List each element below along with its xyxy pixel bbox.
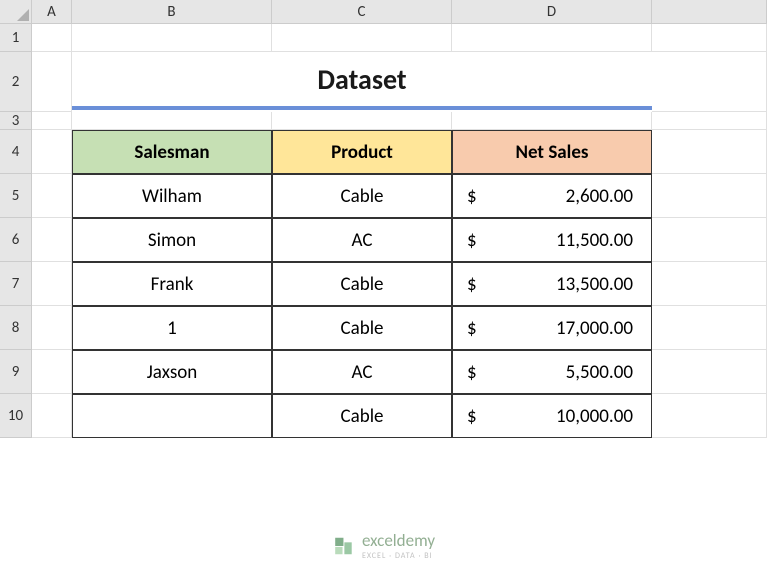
amount-value: 13,500.00	[556, 273, 633, 296]
row-header-10[interactable]: 10	[0, 394, 32, 438]
cell-a4[interactable]	[32, 130, 72, 174]
col-header-c[interactable]: C	[272, 0, 452, 24]
header-product[interactable]: Product	[272, 130, 452, 174]
cell-b1[interactable]	[72, 24, 272, 52]
row-header-1[interactable]: 1	[0, 24, 32, 52]
col-header-a[interactable]: A	[32, 0, 72, 24]
cell-c1[interactable]	[272, 24, 452, 52]
cell-netsales-0[interactable]: $ 2,600.00	[452, 174, 652, 218]
cell-a1[interactable]	[32, 24, 72, 52]
cell-product-4[interactable]: AC	[272, 350, 452, 394]
watermark: exceldemy EXCEL · DATA · BI	[332, 530, 435, 561]
row-header-7[interactable]: 7	[0, 262, 32, 306]
cell-product-1[interactable]: AC	[272, 218, 452, 262]
cell-a9[interactable]	[32, 350, 72, 394]
row-header-5[interactable]: 5	[0, 174, 32, 218]
cell-netsales-4[interactable]: $ 5,500.00	[452, 350, 652, 394]
cell-salesman-5[interactable]	[72, 394, 272, 438]
select-all-corner[interactable]	[0, 0, 32, 24]
cell-salesman-4[interactable]: Jaxson	[72, 350, 272, 394]
row-header-8[interactable]: 8	[0, 306, 32, 350]
cell-netsales-3[interactable]: $ 17,000.00	[452, 306, 652, 350]
cell-netsales-1[interactable]: $ 11,500.00	[452, 218, 652, 262]
cell-salesman-0[interactable]: Wilham	[72, 174, 272, 218]
cell-netsales-5[interactable]: $ 10,000.00	[452, 394, 652, 438]
dataset-title[interactable]: Dataset	[72, 52, 652, 110]
cell-product-3[interactable]: Cable	[272, 306, 452, 350]
currency-symbol: $	[467, 361, 477, 384]
currency-symbol: $	[467, 317, 477, 340]
watermark-text-block: exceldemy EXCEL · DATA · BI	[362, 530, 435, 561]
cell-a6[interactable]	[32, 218, 72, 262]
col-header-b[interactable]: B	[72, 0, 272, 24]
cell-d1[interactable]	[452, 24, 652, 52]
cell-a5[interactable]	[32, 174, 72, 218]
watermark-name: exceldemy	[362, 530, 435, 551]
row-header-6[interactable]: 6	[0, 218, 32, 262]
cell-product-0[interactable]: Cable	[272, 174, 452, 218]
cell-e5[interactable]	[652, 174, 767, 218]
header-netsales[interactable]: Net Sales	[452, 130, 652, 174]
amount-value: 10,000.00	[556, 405, 633, 428]
cell-salesman-2[interactable]: Frank	[72, 262, 272, 306]
currency-symbol: $	[467, 185, 477, 208]
cell-e7[interactable]	[652, 262, 767, 306]
row-header-9[interactable]: 9	[0, 350, 32, 394]
cell-e2[interactable]	[652, 52, 767, 112]
amount-value: 17,000.00	[556, 317, 633, 340]
cell-salesman-3[interactable]: 1	[72, 306, 272, 350]
cell-e9[interactable]	[652, 350, 767, 394]
spreadsheet-grid: A B C D 1 2 Dataset 3 4 Salesman Product…	[0, 0, 767, 438]
watermark-tagline: EXCEL · DATA · BI	[362, 551, 435, 561]
cell-netsales-2[interactable]: $ 13,500.00	[452, 262, 652, 306]
amount-value: 5,500.00	[566, 361, 633, 384]
col-header-blank	[652, 0, 767, 24]
cell-e1[interactable]	[652, 24, 767, 52]
row-header-3[interactable]: 3	[0, 112, 32, 130]
cell-a8[interactable]	[32, 306, 72, 350]
exceldemy-logo-icon	[332, 535, 354, 557]
amount-value: 11,500.00	[556, 229, 633, 252]
header-salesman[interactable]: Salesman	[72, 130, 272, 174]
currency-symbol: $	[467, 229, 477, 252]
cell-a7[interactable]	[32, 262, 72, 306]
cell-e8[interactable]	[652, 306, 767, 350]
cell-e4[interactable]	[652, 130, 767, 174]
cell-b3[interactable]	[72, 112, 272, 130]
cell-a3[interactable]	[32, 112, 72, 130]
cell-e3[interactable]	[652, 112, 767, 130]
col-header-d[interactable]: D	[452, 0, 652, 24]
cell-a2[interactable]	[32, 52, 72, 112]
cell-product-2[interactable]: Cable	[272, 262, 452, 306]
cell-d3[interactable]	[452, 112, 652, 130]
currency-symbol: $	[467, 273, 477, 296]
cell-salesman-1[interactable]: Simon	[72, 218, 272, 262]
cell-a10[interactable]	[32, 394, 72, 438]
cell-c3[interactable]	[272, 112, 452, 130]
row-header-4[interactable]: 4	[0, 130, 32, 174]
row-header-2[interactable]: 2	[0, 52, 32, 112]
amount-value: 2,600.00	[566, 185, 633, 208]
currency-symbol: $	[467, 405, 477, 428]
cell-e6[interactable]	[652, 218, 767, 262]
cell-e10[interactable]	[652, 394, 767, 438]
cell-product-5[interactable]: Cable	[272, 394, 452, 438]
